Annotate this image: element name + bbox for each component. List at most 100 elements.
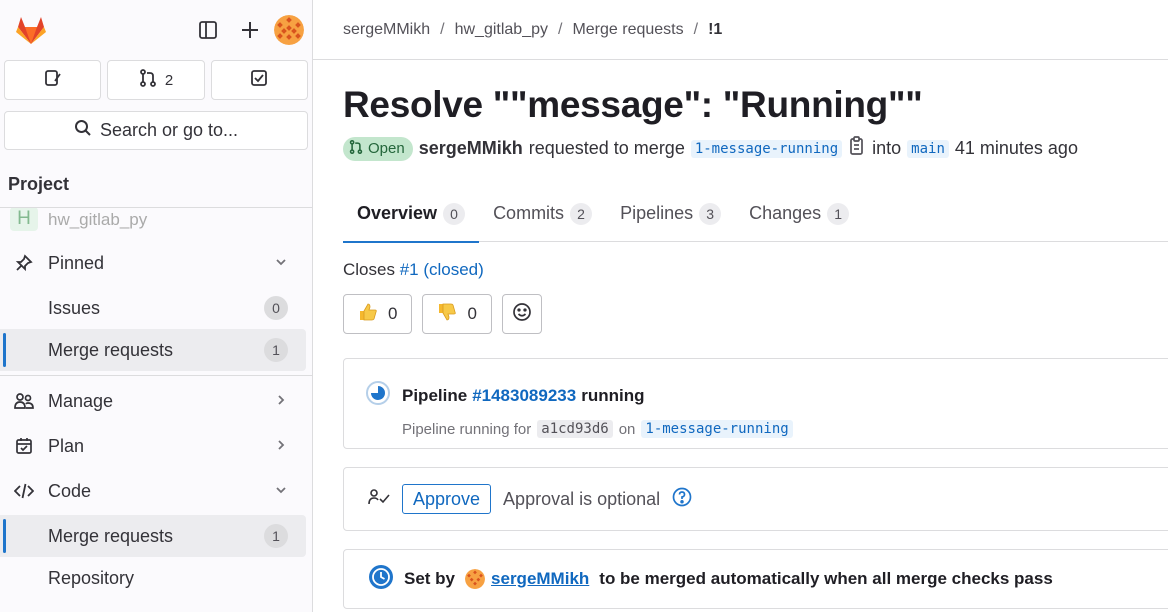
into-text: into (872, 138, 902, 158)
sidebar-item-label: Merge requests (48, 525, 174, 546)
user-avatar[interactable] (465, 569, 486, 589)
search-icon (74, 119, 92, 142)
tab-label: Pipelines (620, 203, 694, 223)
tab-count: 0 (443, 202, 466, 225)
tab-count: 3 (699, 202, 722, 225)
breadcrumb-project[interactable]: hw_gitlab_py (455, 21, 548, 39)
pipeline-running-icon[interactable] (364, 379, 392, 412)
pipeline-branch[interactable]: 1-message-running (641, 420, 793, 438)
sidebar-item-issues[interactable]: Issues 0 (0, 287, 306, 329)
sidebar-item-merge-requests-pinned[interactable]: Merge requests 1 (0, 329, 306, 371)
merge-requests-count: 2 (164, 71, 174, 89)
merge-requests-count-badge: 1 (264, 338, 288, 362)
issues-icon (44, 69, 62, 91)
source-branch[interactable]: 1-message-running (690, 139, 843, 158)
sidebar-item-manage[interactable]: Manage (0, 380, 306, 422)
tab-count: 2 (570, 202, 593, 225)
sidebar-item-label: Repository (48, 567, 135, 588)
chevron-down-icon (274, 481, 288, 502)
main-content: sergeMMikh / hw_gitlab_py / Merge reques… (313, 0, 1168, 612)
add-reaction-button[interactable] (501, 294, 542, 334)
calendar-icon (12, 437, 36, 455)
issues-count-badge: 0 (264, 296, 288, 320)
thumbs-down-button[interactable]: 0 (422, 294, 492, 334)
sidebar-item-plan[interactable]: Plan (0, 425, 306, 467)
reactions: 0 0 (343, 294, 1168, 334)
mr-tabs: Overview 0 Commits 2 Pipelines 3 Changes… (343, 185, 1168, 243)
tab-label: Overview (357, 203, 438, 223)
breadcrumb-user[interactable]: sergeMMikh (343, 21, 430, 39)
tab-changes[interactable]: Changes 1 (735, 185, 863, 242)
page-title: Resolve ""message": "Running"" (343, 84, 923, 125)
tab-commits[interactable]: Commits 2 (479, 185, 606, 242)
merge-requests-count-badge: 1 (264, 524, 288, 548)
sidebar-item-code[interactable]: Code (0, 470, 306, 512)
sidebar-item-label: Code (48, 480, 92, 501)
auto-merge-user-link[interactable]: sergeMMikh (491, 569, 589, 589)
sidebar-item-label: Plan (48, 435, 85, 456)
breadcrumb-current[interactable]: !1 (708, 21, 722, 39)
pipeline-sub-prefix: Pipeline running for (402, 420, 532, 438)
closed-issue-link[interactable]: #1 (closed) (400, 260, 484, 279)
chevron-down-icon (274, 253, 288, 274)
sidebar: 2 Search or go to... Project H hw_gitlab… (0, 0, 313, 612)
user-avatar[interactable] (274, 15, 304, 45)
mr-content: Resolve ""message": "Running"" Open serg… (313, 84, 1168, 609)
requested-text: requested to merge (528, 138, 685, 158)
sidebar-item-pinned[interactable]: Pinned (0, 242, 306, 284)
chevron-right-icon (274, 436, 288, 457)
todo-quick-button[interactable] (210, 60, 308, 100)
commit-sha[interactable]: a1cd93d6 (537, 420, 613, 438)
pipeline-prefix: Pipeline (402, 385, 468, 405)
tab-overview[interactable]: Overview 0 (343, 185, 480, 243)
tab-pipelines[interactable]: Pipelines 3 (606, 185, 735, 242)
breadcrumb-separator: / (440, 20, 445, 38)
users-icon (12, 392, 36, 410)
gitlab-logo-icon[interactable] (14, 13, 48, 47)
thumbs-down-icon (437, 302, 457, 327)
help-icon[interactable] (672, 487, 692, 512)
pipeline-widget: Pipeline #1483089233 running Pipeline ru… (343, 358, 1168, 449)
breadcrumb-section[interactable]: Merge requests (572, 21, 683, 39)
project-link[interactable]: H hw_gitlab_py (0, 208, 312, 236)
sidebar-header (0, 0, 312, 60)
mr-meta: Open sergeMMikh requested to merge 1-mes… (343, 136, 1168, 161)
on-text: on (618, 420, 636, 438)
status-label: Open (368, 140, 405, 157)
clock-icon (368, 564, 394, 595)
status-badge: Open (343, 136, 413, 161)
pipeline-status: running (581, 385, 645, 405)
pin-icon (12, 254, 36, 272)
sidebar-item-merge-requests[interactable]: Merge requests 1 (0, 515, 306, 557)
copy-branch-icon[interactable] (848, 136, 866, 161)
tab-count: 1 (827, 202, 850, 225)
approve-button[interactable]: Approve (402, 484, 492, 514)
plus-icon[interactable] (232, 12, 268, 48)
thumbs-up-button[interactable]: 0 (343, 294, 413, 334)
sidebar-section-title: Project (0, 162, 312, 208)
author-link[interactable]: sergeMMikh (419, 138, 523, 159)
toggle-sidebar-icon[interactable] (190, 12, 226, 48)
auto-merge-suffix: to be merged automatically when all merg… (599, 569, 1053, 588)
tab-label: Changes (749, 203, 822, 223)
project-avatar: H (10, 208, 38, 231)
sidebar-item-repository[interactable]: Repository (0, 557, 306, 599)
pipeline-id-link[interactable]: #1483089233 (472, 386, 576, 406)
sidebar-item-label: Pinned (48, 252, 105, 273)
thumbs-up-count: 0 (388, 304, 398, 323)
merge-requests-quick-button[interactable]: 2 (107, 60, 205, 100)
approval-icon (368, 488, 390, 511)
thumbs-up-icon (358, 302, 378, 327)
breadcrumb-separator: / (558, 20, 563, 38)
quick-actions: 2 (0, 60, 312, 100)
search-button[interactable]: Search or go to... (4, 111, 308, 150)
smiley-icon (512, 302, 532, 327)
sidebar-item-label: Manage (48, 390, 114, 411)
target-branch[interactable]: main (907, 139, 949, 158)
issues-quick-button[interactable] (4, 60, 102, 100)
sidebar-item-label: Merge requests (48, 339, 174, 360)
merge-request-icon (139, 69, 157, 91)
approval-text: Approval is optional (503, 488, 661, 509)
approval-widget: Approve Approval is optional (343, 467, 1168, 531)
auto-merge-prefix: Set by (404, 569, 456, 588)
